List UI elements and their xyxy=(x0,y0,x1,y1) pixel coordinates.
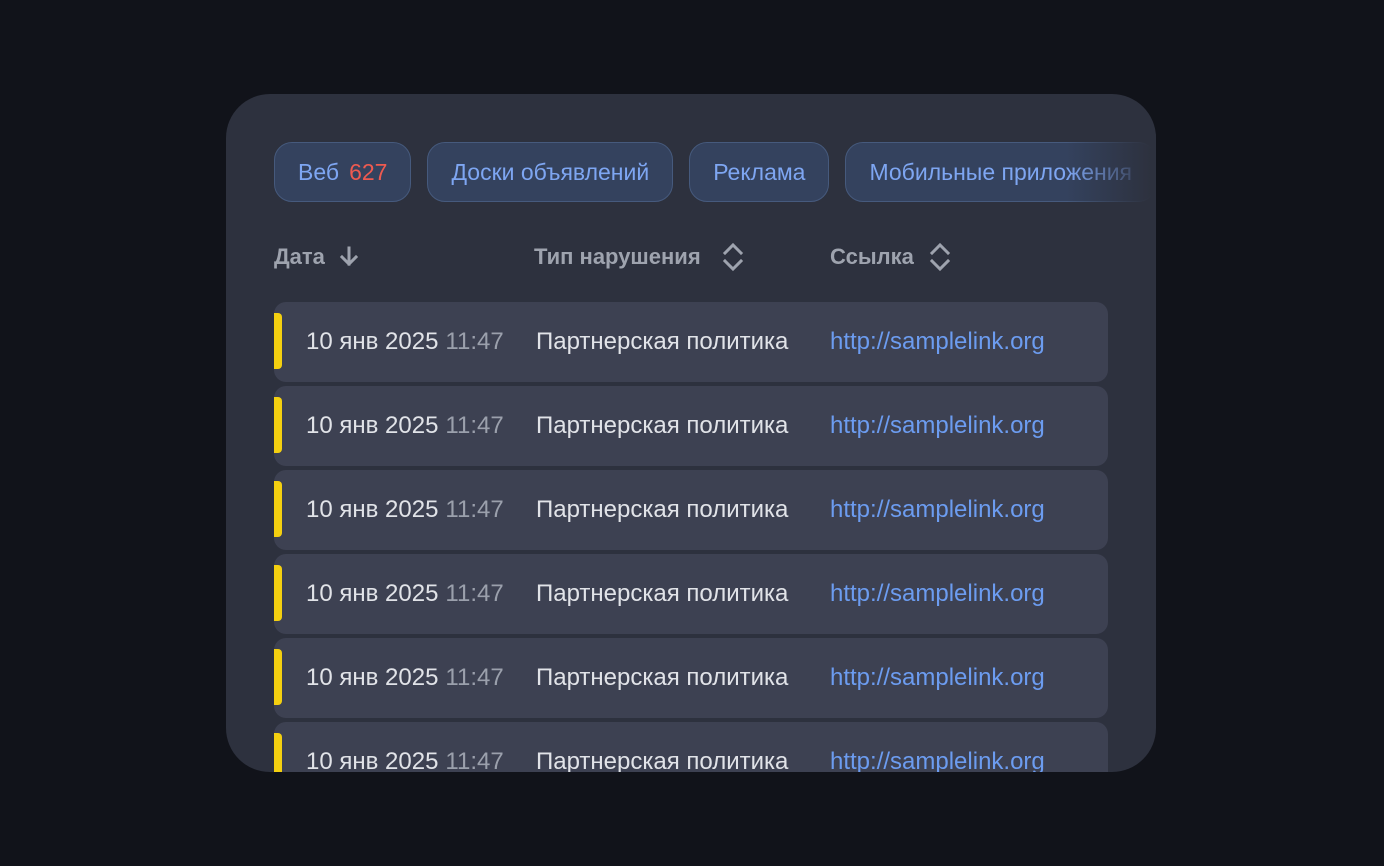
date-cell: 10 янв 2025 11:47 xyxy=(306,470,504,550)
time-value: 11:47 xyxy=(445,496,504,523)
table-row[interactable]: 10 янв 2025 11:47 Партнерская политика ht… xyxy=(274,302,1108,382)
table-row[interactable]: 10 янв 2025 11:47 Партнерская политика ht… xyxy=(274,722,1108,772)
link-cell[interactable]: http://samplelink.org xyxy=(830,470,1045,550)
date-value: 10 янв 2025 xyxy=(306,412,439,439)
time-value: 11:47 xyxy=(445,580,504,607)
date-value: 10 янв 2025 xyxy=(306,496,439,523)
link-cell[interactable]: http://samplelink.org xyxy=(830,386,1045,466)
table-header: Дата Тип нарушения Ссылка xyxy=(274,240,1114,274)
time-value: 11:47 xyxy=(445,748,504,772)
date-cell: 10 янв 2025 11:47 xyxy=(306,302,504,382)
table-row[interactable]: 10 янв 2025 11:47 Партнерская политика ht… xyxy=(274,554,1108,634)
table-row[interactable]: 10 янв 2025 11:47 Партнерская политика ht… xyxy=(274,386,1108,466)
status-marker xyxy=(274,733,282,772)
tab-mobile-apps[interactable]: Мобильные приложения xyxy=(845,142,1156,202)
tab-classifieds[interactable]: Доски объявлений xyxy=(427,142,674,202)
date-cell: 10 янв 2025 11:47 xyxy=(306,638,504,718)
link-cell[interactable]: http://samplelink.org xyxy=(830,554,1045,634)
status-marker xyxy=(274,313,282,369)
date-value: 10 янв 2025 xyxy=(306,748,439,772)
column-header-label: Тип нарушения xyxy=(534,244,701,269)
violation-type-cell: Партнерская политика xyxy=(536,412,789,439)
violation-type-cell: Партнерская политика xyxy=(536,580,789,607)
violation-type-cell: Партнерская политика xyxy=(536,328,789,355)
sort-updown-icon xyxy=(721,242,745,272)
link-cell[interactable]: http://samplelink.org xyxy=(830,638,1045,718)
date-value: 10 янв 2025 xyxy=(306,328,439,355)
tab-label: Веб xyxy=(298,158,340,185)
column-header-date[interactable]: Дата xyxy=(274,240,359,274)
column-header-link[interactable]: Ссылка xyxy=(830,240,952,274)
time-value: 11:47 xyxy=(445,412,504,439)
category-tabs: Веб 627 Доски объявлений Реклама Мобильн… xyxy=(274,142,1156,202)
date-cell: 10 янв 2025 11:47 xyxy=(306,554,504,634)
status-marker xyxy=(274,481,282,537)
status-marker xyxy=(274,649,282,705)
status-marker xyxy=(274,397,282,453)
date-cell: 10 янв 2025 11:47 xyxy=(306,386,504,466)
violation-type-cell: Партнерская политика xyxy=(536,748,789,772)
status-marker xyxy=(274,565,282,621)
link-cell[interactable]: http://samplelink.org xyxy=(830,722,1045,772)
column-header-violation-type[interactable]: Тип нарушения xyxy=(534,240,745,274)
violation-type-cell: Партнерская политика xyxy=(536,664,789,691)
arrow-down-icon xyxy=(339,245,359,269)
tab-label: Реклама xyxy=(713,158,806,185)
date-value: 10 янв 2025 xyxy=(306,664,439,691)
time-value: 11:47 xyxy=(445,664,504,691)
date-value: 10 янв 2025 xyxy=(306,580,439,607)
violations-card: Веб 627 Доски объявлений Реклама Мобильн… xyxy=(226,94,1156,772)
column-header-label: Ссылка xyxy=(830,244,914,269)
table-row[interactable]: 10 янв 2025 11:47 Партнерская политика ht… xyxy=(274,638,1108,718)
tab-label: Мобильные приложения xyxy=(869,158,1133,185)
tab-count-badge: 627 xyxy=(349,158,388,185)
violation-type-cell: Партнерская политика xyxy=(536,496,789,523)
tab-label: Доски объявлений xyxy=(451,158,650,185)
sort-updown-icon xyxy=(928,242,952,272)
time-value: 11:47 xyxy=(445,328,504,355)
table-row[interactable]: 10 янв 2025 11:47 Партнерская политика ht… xyxy=(274,470,1108,550)
tab-web[interactable]: Веб 627 xyxy=(274,142,412,202)
column-header-label: Дата xyxy=(274,244,325,269)
date-cell: 10 янв 2025 11:47 xyxy=(306,722,504,772)
link-cell[interactable]: http://samplelink.org xyxy=(830,302,1045,382)
tab-advertising[interactable]: Реклама xyxy=(689,142,830,202)
table-body: 10 янв 2025 11:47 Партнерская политика ht… xyxy=(274,302,1108,772)
